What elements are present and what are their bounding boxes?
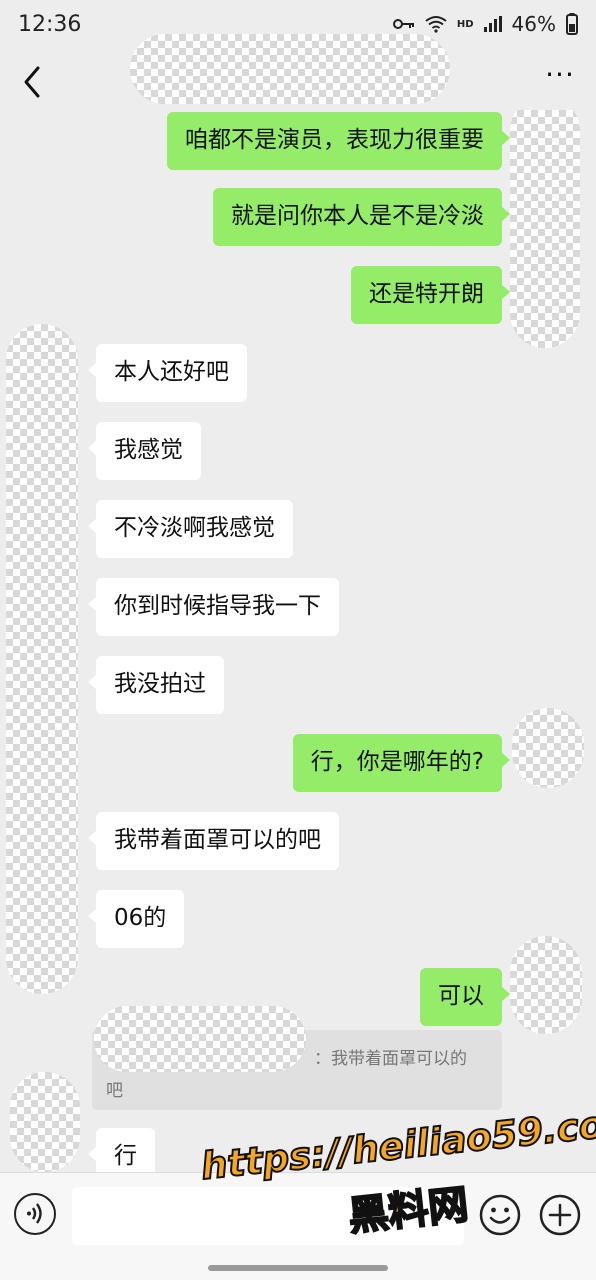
message-bubble-sent[interactable]: 可以 (420, 968, 510, 1026)
avatar (510, 110, 580, 348)
quoted-text-line2: 吧 (106, 1081, 123, 1101)
signal-icon (483, 16, 502, 32)
more-functions-button[interactable] (538, 1193, 582, 1237)
input-bar (0, 1172, 596, 1280)
message-bubble-received[interactable]: 本人还好吧 (88, 344, 247, 402)
network-hd-label: HD (456, 18, 474, 30)
message-bubble-received[interactable]: 你到时候指导我一下 (88, 578, 339, 636)
message-bubble-received[interactable]: 不冷淡啊我感觉 (88, 500, 293, 558)
plus-icon (539, 1194, 581, 1236)
quoted-text-line1: ：我带着面罩可以的 (314, 1049, 467, 1069)
more-button[interactable]: ··· (540, 60, 580, 100)
avatar (512, 708, 584, 788)
message-bubble-sent[interactable]: 咱都不是演员，表现力很重要 (167, 112, 510, 170)
message-bubble-sent[interactable]: 行，你是哪年的? (292, 734, 511, 792)
emoji-icon (479, 1194, 521, 1236)
emoji-button[interactable] (478, 1193, 522, 1237)
message-input[interactable] (72, 1187, 464, 1245)
message-bubble-sent[interactable]: 就是问你本人是不是冷淡 (213, 188, 510, 246)
battery-percent: 46% (511, 12, 556, 36)
status-icons: HD 46% (392, 12, 578, 36)
voice-icon (27, 1203, 42, 1224)
avatar (6, 324, 78, 994)
voice-button[interactable] (14, 1193, 56, 1235)
contact-name-redacted (130, 34, 450, 104)
back-button[interactable] (18, 62, 48, 102)
more-dots-icon: ··· (545, 58, 575, 91)
quoted-sender-redacted (94, 1006, 306, 1072)
battery-icon (566, 13, 578, 35)
status-time: 12:36 (18, 12, 82, 37)
message-bubble-received[interactable]: 我带着面罩可以的吧 (88, 812, 339, 870)
chat-header: ··· (0, 34, 596, 110)
message-bubble-sent[interactable]: 还是特开朗 (351, 266, 510, 324)
message-bubble-received[interactable]: 我感觉 (88, 422, 201, 480)
key-icon (392, 19, 414, 29)
chevron-left-icon (24, 66, 40, 98)
avatar (10, 1072, 80, 1172)
message-bubble-received[interactable]: 06的 (87, 890, 185, 948)
message-bubble-received[interactable]: 我没拍过 (88, 656, 224, 714)
quoted-reply[interactable]: ：我带着面罩可以的 吧 (92, 1006, 502, 1110)
home-indicator[interactable] (208, 1265, 388, 1271)
message-list: 咱都不是演员，表现力很重要 就是问你本人是不是冷淡 还是特开朗 本人还好吧 我感… (0, 110, 596, 1172)
wifi-icon (425, 16, 447, 33)
avatar (510, 936, 582, 1034)
message-bubble-received[interactable]: 行 (88, 1128, 155, 1172)
